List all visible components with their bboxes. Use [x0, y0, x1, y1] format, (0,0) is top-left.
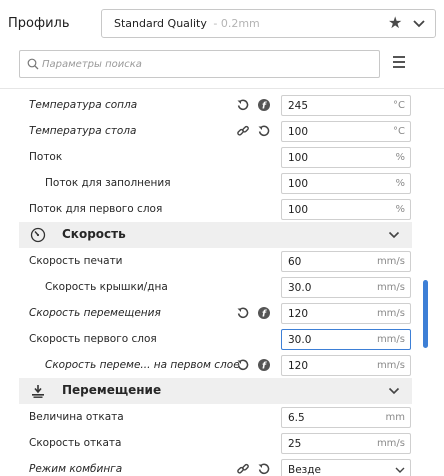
chevron-down-icon [395, 467, 405, 473]
profile-layer-height: - 0.2mm [209, 17, 260, 30]
setting-label: Скорость перемещения [29, 307, 161, 319]
setting-input[interactable]: 6.5 mm [281, 407, 411, 428]
search-box[interactable] [19, 50, 380, 78]
profile-select[interactable]: Standard Quality - 0.2mm ★ [101, 9, 436, 38]
search-icon [27, 58, 39, 70]
setting-label: Режим комбинга [29, 463, 123, 475]
setting-row[interactable]: Поток 100% [0, 144, 420, 170]
setting-label: Температура сопла [29, 99, 138, 111]
star-icon[interactable]: ★ [388, 14, 404, 32]
section-travel-header[interactable]: Перемещение [19, 378, 412, 404]
setting-row[interactable]: Скорость крышки/дна 30.0 mm/s [0, 274, 420, 300]
setting-input[interactable]: 245 °C [281, 95, 411, 116]
profile-label: Профиль [8, 16, 70, 31]
section-speed-header[interactable]: Скорость [19, 222, 412, 248]
chevron-down-icon[interactable] [388, 386, 400, 396]
setting-label: Величина отката [29, 411, 124, 423]
setting-label: Скорость печати [29, 255, 123, 267]
reset-icon[interactable] [236, 98, 250, 112]
setting-label: Скорость крышки/дна [45, 281, 168, 293]
setting-row[interactable]: Скорость перемещения f 120 mm/s [0, 300, 420, 326]
setting-row[interactable]: Скорость первого слоя 30.0 mm/s [0, 326, 420, 352]
setting-row[interactable]: Режим комбинга Везде [0, 456, 420, 476]
chevron-down-icon[interactable] [388, 230, 400, 240]
reset-icon[interactable] [236, 306, 250, 320]
setting-input[interactable]: 100% [281, 199, 411, 220]
menu-icon[interactable] [392, 56, 406, 70]
setting-label: Поток для первого слоя [29, 203, 163, 215]
setting-row[interactable]: Скорость отката 25 mm/s [0, 430, 420, 456]
reset-icon[interactable] [257, 124, 271, 138]
setting-label: Скорость отката [29, 437, 122, 449]
setting-input[interactable]: 100% [281, 147, 411, 168]
setting-input-focused[interactable]: 30.0 mm/s [281, 329, 411, 350]
travel-icon [32, 385, 44, 398]
scrollbar[interactable] [423, 280, 428, 348]
setting-input[interactable]: 25 mm/s [281, 433, 411, 454]
info-icon[interactable]: f [257, 98, 271, 112]
setting-input[interactable]: 100% [281, 173, 411, 194]
info-icon[interactable]: f [257, 358, 271, 372]
profile-name: Standard Quality - 0.2mm [114, 17, 260, 30]
setting-input[interactable]: 100 °C [281, 121, 411, 142]
header-divider [0, 88, 444, 89]
setting-row[interactable]: Величина отката 6.5 mm [0, 404, 420, 430]
search-input[interactable] [42, 55, 372, 73]
setting-row[interactable]: Поток для заполнения 100% [0, 170, 420, 196]
setting-row[interactable]: Скорость переме... на первом слое f 120 m… [0, 352, 420, 378]
setting-label: Поток для заполнения [45, 177, 171, 189]
setting-row[interactable]: Скорость печати 60 mm/s [0, 248, 420, 274]
setting-input[interactable]: 120 mm/s [281, 303, 411, 324]
setting-input[interactable]: 60 mm/s [281, 251, 411, 272]
setting-input[interactable]: 120 mm/s [281, 355, 411, 376]
setting-row[interactable]: Поток для первого слоя 100% [0, 196, 420, 222]
link-icon[interactable] [236, 124, 250, 138]
reset-icon[interactable] [257, 462, 271, 476]
link-icon[interactable] [236, 462, 250, 476]
setting-row[interactable]: Температура стола 100 °C [0, 118, 420, 144]
speedometer-icon [30, 227, 46, 243]
section-title: Скорость [62, 227, 126, 241]
setting-label: Скорость первого слоя [29, 333, 157, 345]
reset-icon[interactable] [236, 358, 250, 372]
setting-label: Скорость переме... на первом слое [45, 359, 240, 371]
info-icon[interactable]: f [257, 306, 271, 320]
combing-select[interactable]: Везде [281, 459, 411, 476]
setting-input[interactable]: 30.0 mm/s [281, 277, 411, 298]
setting-label: Температура стола [29, 125, 137, 137]
setting-label: Поток [29, 151, 63, 163]
chevron-down-icon[interactable] [412, 18, 426, 30]
section-title: Перемещение [62, 383, 162, 397]
setting-row[interactable]: Температура сопла f 245 °C [0, 92, 420, 118]
